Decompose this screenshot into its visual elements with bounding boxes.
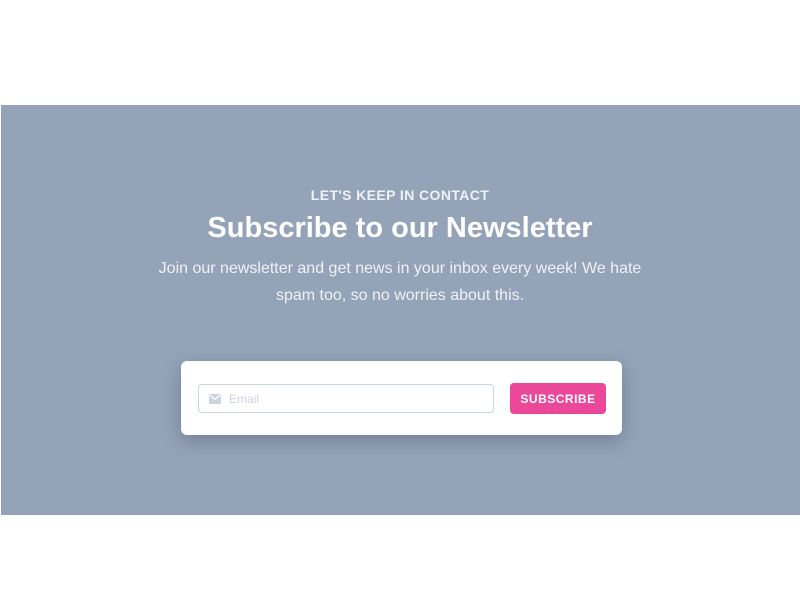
email-input[interactable] [229, 385, 489, 412]
email-field-wrapper[interactable] [198, 384, 494, 413]
subscribe-button[interactable]: SUBSCRIBE [510, 383, 606, 414]
newsletter-eyebrow: LET'S KEEP IN CONTACT [310, 187, 490, 203]
newsletter-subtitle: Join our newsletter and get news in your… [158, 260, 642, 304]
newsletter-section [1, 105, 800, 515]
envelope-icon [209, 394, 221, 404]
subscribe-card: SUBSCRIBE [181, 361, 622, 435]
page: LET'S KEEP IN CONTACT Subscribe to our N… [0, 0, 800, 600]
newsletter-title: Subscribe to our Newsletter [207, 212, 593, 244]
